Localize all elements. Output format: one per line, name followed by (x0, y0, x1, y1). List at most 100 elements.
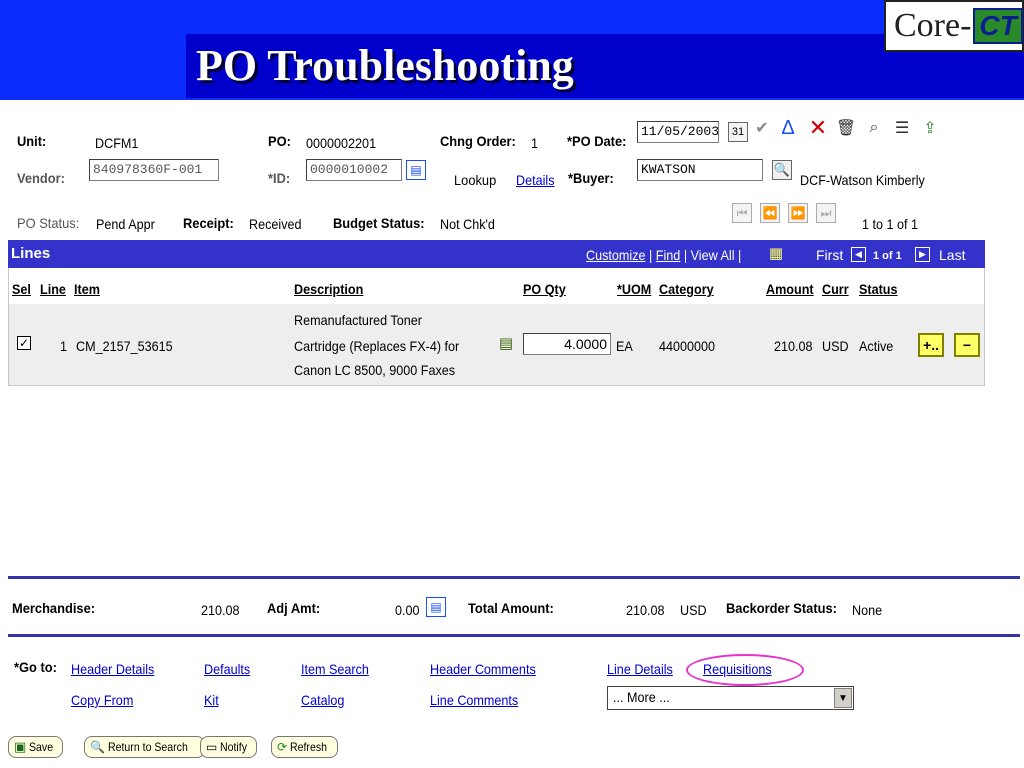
col-status[interactable]: Status (859, 281, 898, 297)
lookup-prompt-icon[interactable]: ▤ (406, 160, 426, 180)
total-amount-value: 210.08 (626, 602, 665, 618)
row-line-number: 1 (60, 338, 68, 354)
search-icon: 🔍 (90, 740, 105, 754)
col-category[interactable]: Category (659, 281, 714, 297)
grid-download-icon[interactable]: ▦ (766, 243, 786, 263)
buyer-label: *Buyer: (568, 170, 614, 186)
next-record-icon[interactable]: ⏩ (788, 203, 808, 223)
last-record-icon[interactable]: ⏭ (816, 203, 836, 223)
view-all-link[interactable]: View All (691, 247, 735, 263)
notify-icon: ▭ (206, 740, 218, 754)
goto-more-select[interactable]: ... More ... ▼ (607, 686, 854, 710)
row-select-checkbox[interactable]: ✓ (17, 336, 31, 350)
goto-header-details-link[interactable]: Header Details (71, 661, 154, 677)
row-status: Active (859, 338, 894, 354)
record-count: 1 to 1 of 1 (862, 216, 919, 232)
save-icon: ▣ (14, 739, 27, 754)
return-to-search-label: Return to Search (107, 740, 188, 754)
po-qty-input[interactable]: 4.0000 (523, 333, 611, 355)
adj-amt-detail-icon[interactable]: ▤ (426, 597, 446, 617)
id-input[interactable]: 0000010002 (306, 159, 402, 181)
save-button[interactable]: ▣ Save (8, 736, 63, 758)
last-label[interactable]: Last (939, 247, 965, 263)
goto-line-comments-link[interactable]: Line Comments (430, 692, 518, 708)
adj-amt-value: 0.00 (395, 602, 420, 618)
lookup-label: Lookup (454, 172, 497, 188)
row-item: CM_2157_53615 (76, 338, 173, 354)
refresh-icon: ⟳ (277, 740, 288, 754)
next-row-icon[interactable]: ▶ (915, 247, 930, 262)
trash-icon[interactable]: 🗑 (836, 118, 856, 138)
check-icon[interactable]: ✔ (752, 118, 772, 138)
totals-divider-top (8, 576, 1020, 579)
row-range: 1 of 1 (873, 250, 902, 262)
first-label[interactable]: First (816, 247, 843, 263)
requisitions-highlight-oval (686, 654, 804, 686)
first-record-icon[interactable]: ⏮ (732, 203, 752, 223)
goto-copy-from-link[interactable]: Copy From (71, 692, 133, 708)
row-description-line-2: Cartridge (Replaces FX-4) for (294, 338, 460, 354)
view-search-icon[interactable]: ⌕ (864, 118, 884, 138)
chevron-down-icon[interactable]: ▼ (834, 688, 852, 708)
nav-separator: | (683, 247, 688, 263)
goto-defaults-link[interactable]: Defaults (204, 661, 250, 677)
add-row-button[interactable]: +.. (918, 333, 944, 357)
logo-text: Core- (894, 7, 972, 44)
budget-status-label: Budget Status: (333, 215, 425, 231)
receipt-label: Receipt: (183, 215, 234, 231)
calendar-icon[interactable]: 31 (728, 122, 748, 142)
delete-x-icon[interactable]: ✕ (808, 115, 828, 140)
refresh-button[interactable]: ⟳ Refresh (271, 736, 339, 758)
goto-catalog-link[interactable]: Catalog (301, 692, 344, 708)
details-link[interactable]: Details (516, 172, 555, 188)
buyer-input[interactable]: KWATSON (637, 159, 763, 181)
goto-kit-link[interactable]: Kit (204, 692, 219, 708)
buyer-search-icon[interactable]: 🔍 (772, 160, 792, 180)
export-icon[interactable]: ⇪ (920, 118, 940, 138)
po-date-input[interactable]: 11/05/2003 (637, 121, 719, 143)
row-description-line-1: Remanufactured Toner (294, 312, 422, 328)
merchandise-value: 210.08 (201, 602, 240, 618)
col-line[interactable]: Line (40, 281, 66, 297)
po-label: PO: (268, 133, 291, 149)
po-date-label: *PO Date: (567, 133, 627, 149)
document-list-icon[interactable]: ☰ (892, 118, 912, 138)
previous-record-icon[interactable]: ⏪ (760, 203, 780, 223)
col-item[interactable]: Item (74, 281, 100, 297)
total-amount-label: Total Amount: (468, 600, 554, 616)
total-currency: USD (680, 602, 707, 618)
notify-button[interactable]: ▭ Notify (200, 736, 258, 758)
col-curr[interactable]: Curr (822, 281, 849, 297)
goto-item-search-link[interactable]: Item Search (301, 661, 369, 677)
backorder-status-value: None (852, 602, 883, 618)
find-link[interactable]: Find (656, 247, 681, 263)
delete-row-button[interactable]: − (954, 333, 980, 357)
row-description-line-3: Canon LC 8500, 9000 Faxes (294, 362, 456, 378)
goto-header-comments-link[interactable]: Header Comments (430, 661, 536, 677)
goto-more-selected-value: ... More ... (613, 689, 670, 705)
return-to-search-button[interactable]: 🔍 Return to Search (84, 736, 205, 758)
chng-order-label: Chng Order: (440, 133, 516, 149)
col-po-qty[interactable]: PO Qty (523, 281, 566, 297)
lines-grid-title: Lines (11, 245, 51, 262)
delta-icon[interactable]: Δ (778, 117, 798, 139)
grid-nav-links: Customize | Find | View All | (586, 247, 741, 263)
row-amount: 210.08 (774, 338, 813, 354)
receipt-value: Received (249, 216, 302, 232)
row-currency: USD (822, 338, 849, 354)
goto-label: *Go to: (14, 659, 57, 675)
col-sel[interactable]: Sel (12, 281, 31, 297)
prev-row-icon[interactable]: ◀ (851, 247, 866, 262)
item-description-icon[interactable]: ▤ (496, 333, 516, 353)
col-amount[interactable]: Amount (766, 281, 814, 297)
customize-link[interactable]: Customize (586, 247, 646, 263)
backorder-status-label: Backorder Status: (726, 600, 837, 616)
save-label: Save (29, 740, 54, 754)
buyer-name: DCF-Watson Kimberly (800, 172, 925, 188)
col-description[interactable]: Description (294, 281, 363, 297)
row-uom: EA (616, 338, 633, 354)
vendor-input[interactable]: 840978360F-001 (89, 159, 219, 181)
goto-line-details-link[interactable]: Line Details (607, 661, 673, 677)
totals-divider-bottom (8, 634, 1020, 637)
col-uom[interactable]: *UOM (617, 281, 651, 297)
